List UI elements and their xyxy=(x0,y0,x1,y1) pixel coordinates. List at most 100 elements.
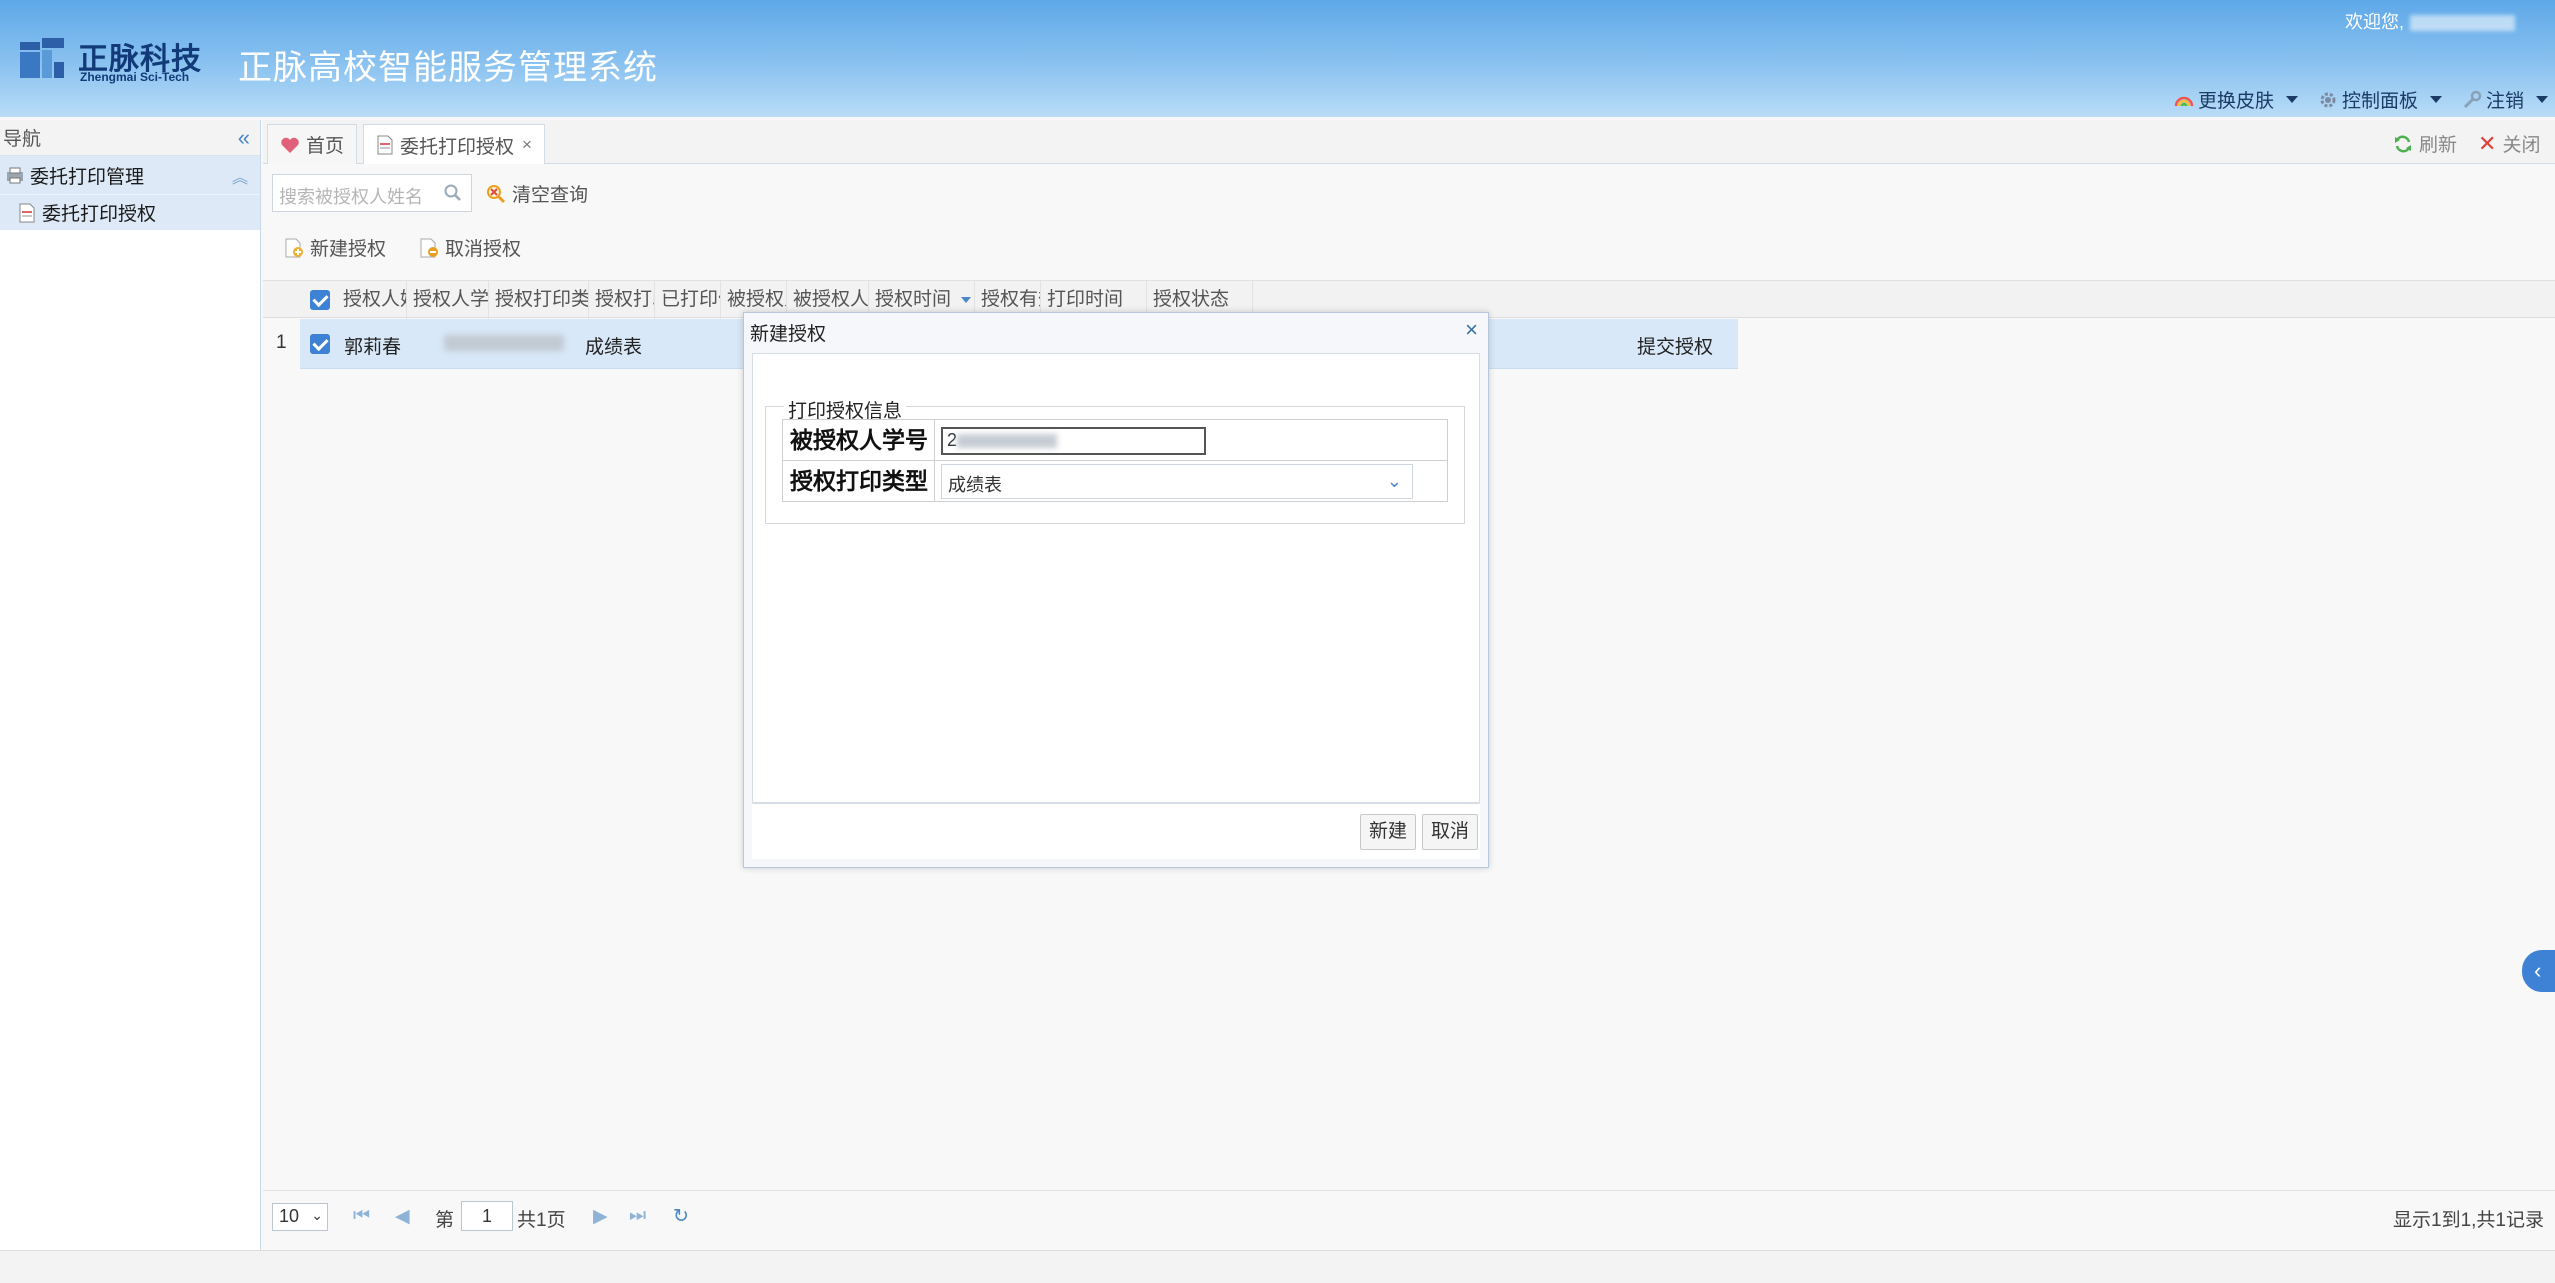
chevron-down-icon: ⌄ xyxy=(311,1207,323,1223)
dialog-body: 打印授权信息 被授权人学号 2 授权打印类型 成绩表 ⌄ xyxy=(752,353,1480,803)
print-type-label: 授权打印类型 xyxy=(783,461,935,501)
control-panel-label: 控制面板 xyxy=(2342,91,2419,112)
record-summary: 显示1到1,共1记录 xyxy=(2393,1210,2544,1231)
row-number: 1 xyxy=(276,332,287,353)
search-icon[interactable] xyxy=(443,183,463,203)
refresh-icon xyxy=(2395,135,2411,152)
chevron-up-icon[interactable]: ︽ xyxy=(232,164,248,188)
column-header[interactable]: 授权人学号 xyxy=(407,281,489,319)
page-total: 共1页 xyxy=(517,1210,566,1231)
welcome-label: 欢迎您, xyxy=(2345,12,2405,32)
logo: 正脉科技 Zhengmai Sci-Tech xyxy=(20,34,210,86)
new-authorization-dialog: 新建授权 × 打印授权信息 被授权人学号 2 授权打印类型 成绩表 ⌄ 新建 取… xyxy=(743,312,1489,868)
logout-label: 注销 xyxy=(2486,91,2525,112)
document-icon xyxy=(377,135,393,155)
reload-icon[interactable]: ↻ xyxy=(673,1205,689,1228)
refresh-button[interactable]: 刷新 xyxy=(2393,130,2457,157)
redacted-value xyxy=(957,434,1058,449)
logo-text-en: Zhengmai Sci-Tech xyxy=(80,70,190,84)
page-size-select[interactable]: 10 ⌄ xyxy=(272,1203,328,1231)
printer-folder-icon xyxy=(7,167,23,184)
search-input[interactable]: 搜索被授权人姓名 xyxy=(272,174,472,212)
tab-print-authorization[interactable]: 委托打印授权 × xyxy=(363,124,545,165)
tab-close-icon[interactable]: × xyxy=(522,135,532,155)
column-header-label: 授权时间 xyxy=(875,289,952,310)
clear-query-label: 清空查询 xyxy=(512,185,589,206)
nav-title: 导航 xyxy=(3,129,42,150)
page-number-input[interactable]: 1 xyxy=(461,1201,513,1231)
column-header[interactable]: 授权打印类型 xyxy=(489,281,589,319)
welcome-text: 欢迎您, xyxy=(2345,8,2516,34)
search-clear-icon xyxy=(487,184,506,203)
cancel-button[interactable]: 取消 xyxy=(1422,814,1479,850)
chevron-down-icon xyxy=(2430,96,2443,103)
nav-group-print-management[interactable]: 委托打印管理 ︽ xyxy=(0,156,260,194)
page-prefix: 第 xyxy=(435,1210,455,1231)
print-auth-fieldset: 打印授权信息 被授权人学号 2 授权打印类型 成绩表 ⌄ xyxy=(765,396,1465,524)
logout-menu[interactable]: 注销 xyxy=(2462,86,2549,113)
document-icon xyxy=(19,203,35,222)
sort-down-icon xyxy=(961,296,972,303)
column-header[interactable]: 授权打印份数 xyxy=(589,281,655,319)
select-all-checkbox[interactable] xyxy=(310,290,330,310)
cell-grantor-name: 郭莉春 xyxy=(344,337,402,358)
new-authorization-button[interactable]: 新建授权 xyxy=(283,234,386,261)
logo-mark-icon xyxy=(20,38,64,78)
column-header[interactable]: 已打印份数 xyxy=(655,281,721,319)
print-type-select[interactable]: 成绩表 ⌄ xyxy=(941,464,1413,499)
row-checkbox[interactable] xyxy=(310,334,330,354)
chevron-down-icon xyxy=(2286,96,2299,103)
cancel-authorization-button[interactable]: 取消授权 xyxy=(418,234,521,261)
status-bar xyxy=(0,1250,2555,1283)
redacted-value xyxy=(444,334,564,351)
student-id-value: 2 xyxy=(947,430,958,450)
gear-icon xyxy=(2320,92,2336,107)
sidebar-nav: 导航 « 委托打印管理 ︽ 委托打印授权 xyxy=(0,120,261,1250)
close-label: 关闭 xyxy=(2502,135,2541,156)
cancel-authorization-label: 取消授权 xyxy=(445,239,522,260)
tab-home-label: 首页 xyxy=(306,136,345,157)
chevron-down-icon xyxy=(2536,96,2549,103)
tab-current-label: 委托打印授权 xyxy=(400,136,515,158)
rainbow-icon xyxy=(2174,96,2194,106)
prev-page-icon[interactable]: ◀ xyxy=(395,1205,410,1228)
nav-group-label: 委托打印管理 xyxy=(30,166,145,188)
student-id-input[interactable]: 2 xyxy=(941,427,1206,455)
cell-grantor-id-redacted xyxy=(444,332,564,354)
print-type-value: 成绩表 xyxy=(948,475,1002,495)
remove-document-icon xyxy=(420,238,438,257)
heart-icon xyxy=(281,137,299,153)
column-header[interactable]: 授权人姓名 xyxy=(337,281,407,319)
dialog-footer: 新建 取消 xyxy=(752,803,1480,859)
cell-status: 提交授权 xyxy=(1637,337,1714,358)
create-button[interactable]: 新建 xyxy=(1360,814,1417,850)
form-row-print-type: 授权打印类型 成绩表 ⌄ xyxy=(782,460,1448,502)
next-page-icon[interactable]: ▶ xyxy=(593,1205,608,1228)
nav-item-print-authorization[interactable]: 委托打印授权 xyxy=(0,194,260,230)
control-panel-menu[interactable]: 控制面板 xyxy=(2318,86,2443,113)
expand-panel-icon[interactable]: ‹ xyxy=(2522,950,2555,992)
tab-home[interactable]: 首页 xyxy=(267,124,358,164)
search-placeholder: 搜索被授权人姓名 xyxy=(279,187,423,207)
nav-header: 导航 « xyxy=(0,120,260,156)
dialog-close-icon[interactable]: × xyxy=(1465,317,1478,343)
student-id-label: 被授权人学号 xyxy=(783,420,935,460)
clear-query-button[interactable]: 清空查询 xyxy=(485,180,588,207)
change-skin-menu[interactable]: 更换皮肤 xyxy=(2174,86,2299,113)
nav-item-label: 委托打印授权 xyxy=(42,204,157,225)
refresh-label: 刷新 xyxy=(2419,135,2458,156)
chevron-down-icon: ⌄ xyxy=(1386,471,1402,491)
first-page-icon[interactable]: ⏮ xyxy=(353,1205,370,1227)
close-icon: ✕ xyxy=(2478,130,2497,156)
close-button[interactable]: ✕ 关闭 xyxy=(2478,130,2540,157)
change-skin-label: 更换皮肤 xyxy=(2198,91,2275,112)
page-size-value: 10 xyxy=(279,1206,300,1226)
collapse-left-icon[interactable]: « xyxy=(238,125,250,151)
new-authorization-label: 新建授权 xyxy=(310,239,387,260)
username-redacted xyxy=(2410,15,2516,32)
system-title: 正脉高校智能服务管理系统 xyxy=(238,49,658,87)
wrench-icon xyxy=(2463,90,2482,108)
last-page-icon[interactable]: ⏭ xyxy=(629,1205,646,1227)
tab-bar: 首页 委托打印授权 × 刷新 ✕ 关闭 xyxy=(263,120,2555,165)
pagination-bar: 10 ⌄ ⏮ ◀ 第 1 共1页 ▶ ⏭ ↻ 显示1到1,共1记录 xyxy=(263,1190,2555,1240)
